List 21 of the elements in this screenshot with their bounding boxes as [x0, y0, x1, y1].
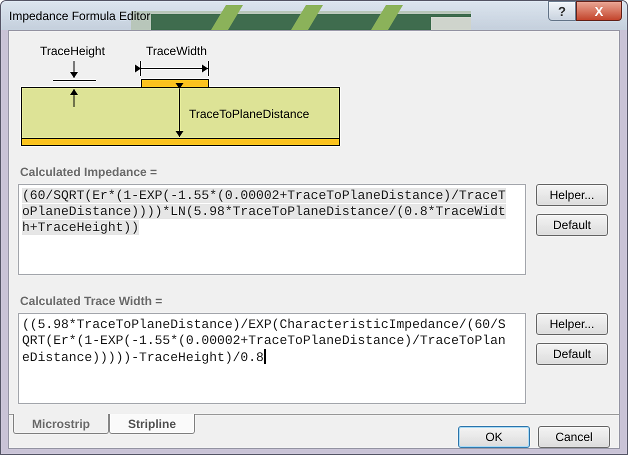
- distance-dimension-arrow: [176, 83, 184, 138]
- formula-field[interactable]: (60/SQRT(Er*(1-EXP(-1.55*(0.00002+TraceToPlaneDistance)/TraceToPlaneDistance))))*LN(5.98*TraceToPlaneDistance/(0.8*TraceWidth+TraceHeight)): [18, 184, 526, 275]
- window-title: Impedance Formula Editor: [9, 8, 150, 25]
- formula-label: Calculated Trace Width =: [20, 294, 164, 309]
- height-dimension-arrow: [52, 60, 96, 108]
- default-button[interactable]: Default: [536, 214, 608, 236]
- default-button[interactable]: Default: [536, 343, 608, 365]
- text-cursor: [264, 349, 266, 364]
- help-button[interactable]: ?: [548, 1, 576, 21]
- tab[interactable]: Stripline: [109, 414, 196, 434]
- helper-button[interactable]: Helper...: [536, 184, 608, 206]
- trace-conductor: [141, 79, 209, 88]
- helper-button[interactable]: Helper...: [536, 313, 608, 335]
- trace-width-label: TraceWidth: [146, 44, 207, 58]
- distance-label: TraceToPlaneDistance: [189, 107, 310, 121]
- ok-button[interactable]: OK: [458, 426, 530, 448]
- formula-label: Calculated Impedance =: [20, 165, 158, 180]
- trace-height-label: TraceHeight: [40, 44, 105, 58]
- tab[interactable]: Microstrip: [13, 414, 110, 434]
- cancel-button[interactable]: Cancel: [538, 426, 610, 448]
- formula-field[interactable]: ((5.98*TraceToPlaneDistance)/EXP(CharacteristicImpedance/(60/SQRT(Er*(1-EXP(-1.55*(0.00002+TraceToPlaneDistance)/TraceToPlaneDistance)))))-TraceHeight)/0.8: [18, 313, 526, 404]
